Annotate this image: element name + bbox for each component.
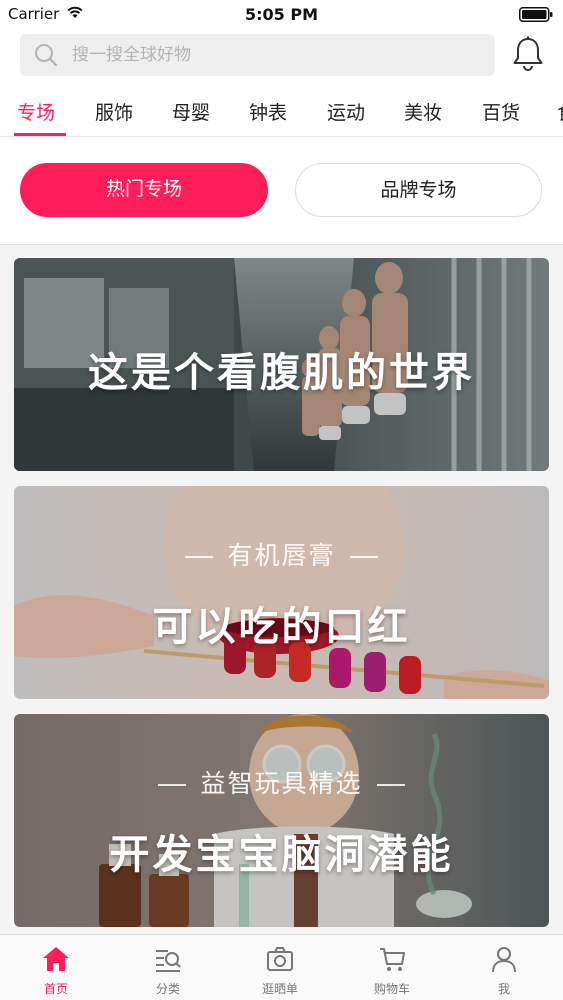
- tabs-divider: [0, 136, 563, 137]
- tabbar-label: 购物车: [373, 982, 410, 996]
- tabbar-label: 首页: [43, 982, 68, 996]
- tabbar-label: 逛晒单: [261, 982, 298, 996]
- banner-image-toys: [14, 714, 549, 927]
- cart-icon: [380, 948, 405, 971]
- status-time: 5:05 PM: [244, 5, 318, 24]
- dash-right: [376, 784, 405, 786]
- dash-left: [185, 556, 214, 558]
- banner-card[interactable]: 益智玩具精选 开发宝宝脑洞潜能: [14, 714, 549, 927]
- tab-meizhuang[interactable]: 美妆: [404, 98, 442, 125]
- search-input[interactable]: [72, 34, 472, 76]
- banner-subtitle: 益智玩具精选: [14, 764, 549, 800]
- banner-image-lipstick: [14, 486, 549, 699]
- banner-title: 开发宝宝脑洞潜能: [109, 832, 454, 878]
- category-search-icon: [156, 950, 181, 972]
- tab-baihuo[interactable]: 百货: [482, 98, 520, 125]
- banner-title: 这是个看腹肌的世界: [88, 350, 475, 396]
- status-bar: Carrier 5:05 PM: [0, 0, 563, 30]
- tab-fushi[interactable]: 服饰: [95, 98, 133, 125]
- brand-specials-button[interactable]: 品牌专场: [295, 163, 542, 217]
- category-tabs: 专场 服饰 母婴 钟表 运动 美妆 百货 食: [0, 88, 563, 136]
- tab-shipin[interactable]: 食: [557, 98, 563, 125]
- tabbar-item-home[interactable]: 首页: [0, 935, 112, 1000]
- tab-muying[interactable]: 母婴: [172, 98, 210, 125]
- dash-right: [349, 556, 378, 558]
- person-icon: [492, 947, 516, 973]
- banner-subtitle-text: 益智玩具精选: [200, 769, 363, 798]
- camera-icon: [267, 947, 293, 971]
- search-icon: [35, 44, 58, 67]
- banner-title: 可以吃的口红: [152, 604, 411, 650]
- battery-icon: [519, 7, 553, 22]
- tab-zhongbiao[interactable]: 钟表: [249, 98, 287, 125]
- bottom-tab-bar: 首页 分类 逛晒单 购物车 我: [0, 934, 563, 1000]
- tabbar-item-me[interactable]: 我: [448, 935, 560, 1000]
- tabbar-item-showcase[interactable]: 逛晒单: [224, 935, 336, 1000]
- hot-specials-button[interactable]: 热门专场: [20, 163, 268, 217]
- tabbar-label: 分类: [155, 982, 180, 996]
- tab-zhuanchang[interactable]: 专场: [17, 98, 55, 125]
- tab-yundong[interactable]: 运动: [327, 98, 365, 125]
- search-bar[interactable]: [20, 34, 495, 76]
- dash-left: [158, 784, 187, 786]
- tabbar-item-cart[interactable]: 购物车: [336, 935, 448, 1000]
- banner-card[interactable]: 这是个看腹肌的世界: [14, 258, 549, 471]
- banner-subtitle: 有机唇膏: [14, 536, 549, 572]
- bell-icon[interactable]: [511, 36, 545, 72]
- tabbar-item-category[interactable]: 分类: [112, 935, 224, 1000]
- tabbar-label: 我: [497, 982, 510, 996]
- banner-card[interactable]: 有机唇膏 可以吃的口红: [14, 486, 549, 699]
- banner-subtitle-text: 有机唇膏: [227, 541, 336, 570]
- home-icon: [43, 947, 69, 971]
